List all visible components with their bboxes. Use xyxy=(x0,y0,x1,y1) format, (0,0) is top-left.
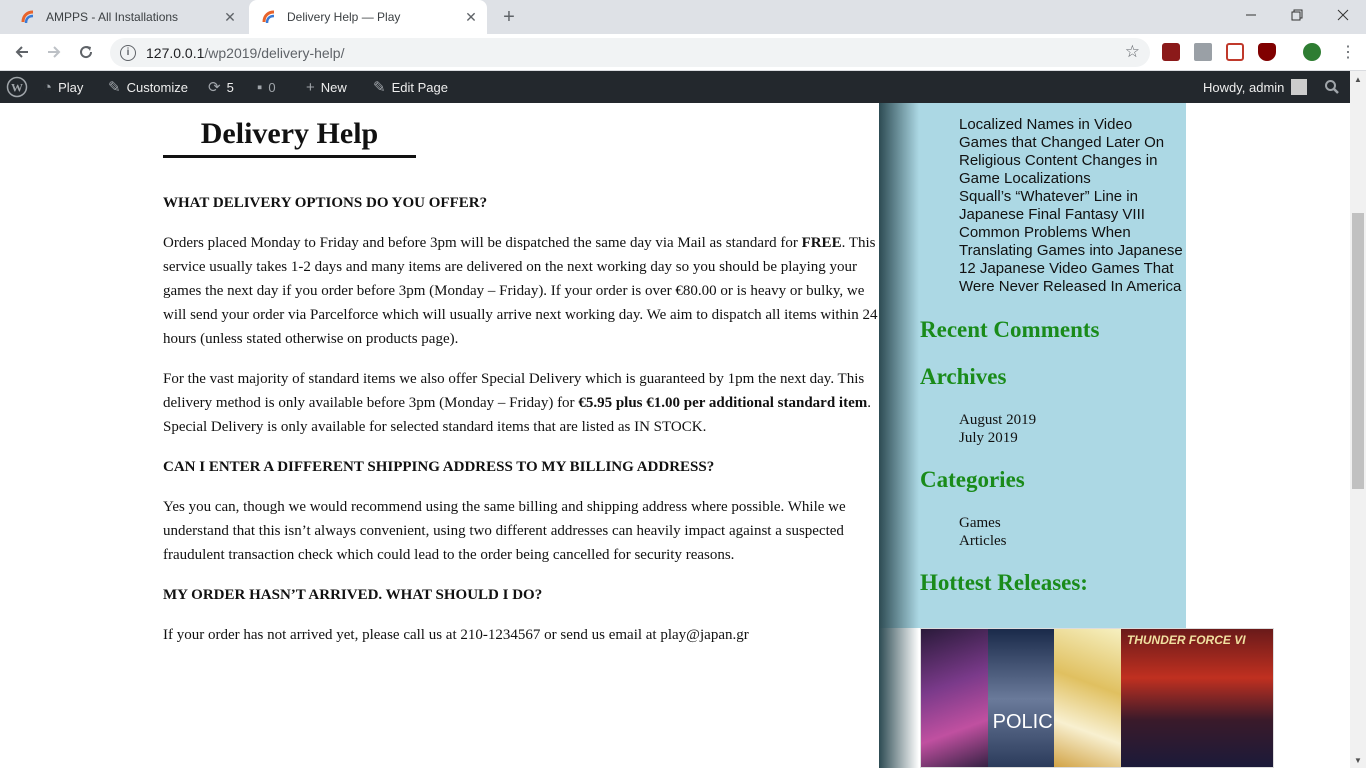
cover-text: THUNDER FORCE VI xyxy=(1126,633,1246,647)
site-name-link[interactable]: ◔ Play xyxy=(43,71,83,103)
archives-list: August 2019 July 2019 xyxy=(959,411,1036,447)
article-body: WHAT DELIVERY OPTIONS DO YOU OFFER? Orde… xyxy=(163,191,883,663)
archives-heading: Archives xyxy=(920,364,1007,389)
edit-page-label: Edit Page xyxy=(391,79,448,95)
recent-post-link[interactable]: Localized Names in Video Games that Chan… xyxy=(959,116,1184,152)
game-cover-image[interactable] xyxy=(921,629,988,767)
answer-bold: FREE xyxy=(801,235,842,251)
cover-text: POLIC xyxy=(992,711,1053,733)
close-window-icon[interactable] xyxy=(1320,0,1366,30)
pocket-extension-icon[interactable] xyxy=(1226,43,1244,61)
hottest-releases-gallery: POLIC THUNDER FORCE VI xyxy=(920,628,1274,768)
customize-link[interactable]: ✎ Customize xyxy=(108,71,188,103)
pencil-icon: ✎ xyxy=(373,79,386,96)
avatar xyxy=(1291,79,1308,95)
bookmark-star-icon[interactable]: ☆ xyxy=(1125,42,1140,62)
game-cover-image[interactable] xyxy=(1054,629,1121,767)
recent-post-link[interactable]: Squall’s “Whatever” Line in Japanese Fin… xyxy=(959,188,1184,224)
site-name: Play xyxy=(58,79,84,95)
ampps-favicon-icon xyxy=(20,9,36,25)
url-path: /wp2019/delivery-help/ xyxy=(204,44,345,61)
wp-admin-bar: W ◔ Play ✎ Customize ⟳ 5 ▪ 0 + New ✎ Edi… xyxy=(0,71,1350,103)
recent-post-link[interactable]: Common Problems When Translating Games i… xyxy=(959,224,1184,260)
close-tab-icon[interactable]: ✕ xyxy=(461,7,481,27)
back-arrow-icon[interactable] xyxy=(10,40,34,64)
updates-refresh-icon: ⟳ xyxy=(208,79,221,96)
faq-answer: If your order has not arrived yet, pleas… xyxy=(163,627,749,643)
tab-title: AMPPS - All Installations xyxy=(46,10,179,24)
scroll-thumb[interactable] xyxy=(1352,213,1364,489)
answer-bold: €5.95 plus €1.00 per additional standard… xyxy=(578,395,868,411)
archive-link[interactable]: August 2019 xyxy=(959,411,1036,429)
recent-comments-heading: Recent Comments xyxy=(920,317,1100,342)
ampps-favicon-icon xyxy=(261,9,277,25)
main-content: Delivery Help WHAT DELIVERY OPTIONS DO Y… xyxy=(0,103,879,768)
title-underline xyxy=(163,155,416,158)
site-info-icon[interactable]: i xyxy=(120,44,136,61)
restore-icon[interactable] xyxy=(1274,0,1320,30)
svg-text:W: W xyxy=(11,81,23,95)
answer-text: Orders placed Monday to Friday and befor… xyxy=(163,235,802,251)
archive-link[interactable]: July 2019 xyxy=(959,429,1036,447)
profile-avatar-icon[interactable] xyxy=(1303,43,1321,61)
brush-icon: ✎ xyxy=(108,79,121,96)
edit-page-link[interactable]: ✎ Edit Page xyxy=(373,71,448,103)
faq-answer: For the vast majority of standard items … xyxy=(163,367,883,439)
plus-icon: + xyxy=(306,78,315,96)
page-scrollbar[interactable]: ▲ ▼ xyxy=(1350,71,1366,768)
new-label: New xyxy=(320,79,347,95)
recent-posts-list: Localized Names in Video Games that Chan… xyxy=(959,116,1184,296)
wordpress-logo-icon[interactable]: W xyxy=(6,71,28,103)
category-link[interactable]: Games xyxy=(959,514,1006,532)
reload-icon[interactable] xyxy=(74,40,98,64)
faq-question: CAN I ENTER A DIFFERENT SHIPPING ADDRESS… xyxy=(163,459,715,475)
scroll-up-arrow-icon[interactable]: ▲ xyxy=(1350,71,1366,87)
ublock-extension-icon[interactable] xyxy=(1258,43,1276,61)
game-cover-image[interactable]: THUNDER FORCE VI xyxy=(1120,629,1273,767)
comment-bubble-icon: ▪ xyxy=(257,78,263,96)
recent-post-link[interactable]: 12 Japanese Video Games That Were Never … xyxy=(959,260,1184,296)
menu-kebab-icon[interactable]: ⋮ xyxy=(1340,42,1356,62)
categories-list: Games Articles xyxy=(959,514,1006,550)
drive-extension-icon[interactable] xyxy=(1194,43,1212,61)
categories-heading: Categories xyxy=(920,467,1025,492)
faq-question: MY ORDER HASN’T ARRIVED. WHAT SHOULD I D… xyxy=(163,587,543,603)
updates-count: 5 xyxy=(226,79,234,95)
dashboard-gauge-icon: ◔ xyxy=(43,78,53,96)
tab-ampps[interactable]: AMPPS - All Installations ✕ xyxy=(8,0,246,34)
faq-answer: Orders placed Monday to Friday and befor… xyxy=(163,231,883,351)
minimize-icon[interactable] xyxy=(1228,0,1274,30)
comments-link[interactable]: ▪ 0 xyxy=(257,71,276,103)
game-cover-image[interactable]: POLIC xyxy=(987,629,1055,767)
browser-tabstrip: AMPPS - All Installations ✕ Delivery Hel… xyxy=(0,0,1366,34)
new-tab-plus-icon[interactable]: + xyxy=(498,6,520,28)
faq-answer: Yes you can, though we would recommend u… xyxy=(163,499,846,563)
answer-text: . This service usually takes 1-2 days an… xyxy=(163,235,878,347)
pdf-extension-icon[interactable] xyxy=(1162,43,1180,61)
category-link[interactable]: Articles xyxy=(959,532,1006,550)
forward-arrow-icon[interactable] xyxy=(42,40,66,64)
updates-link[interactable]: ⟳ 5 xyxy=(208,71,234,103)
customize-label: Customize xyxy=(126,79,188,95)
hottest-releases-heading: Hottest Releases: xyxy=(920,570,1088,595)
scroll-down-arrow-icon[interactable]: ▼ xyxy=(1350,752,1366,768)
url-text: 127.0.0.1/wp2019/delivery-help/ xyxy=(146,45,344,61)
url-host: 127.0.0.1 xyxy=(146,44,205,61)
howdy-label: Howdy, admin xyxy=(1203,79,1285,95)
tab-title: Delivery Help — Play xyxy=(287,10,401,24)
faq-question: WHAT DELIVERY OPTIONS DO YOU OFFER? xyxy=(163,195,488,211)
address-bar[interactable]: i 127.0.0.1/wp2019/delivery-help/ ☆ xyxy=(110,38,1150,67)
search-icon[interactable] xyxy=(1324,71,1340,103)
close-tab-icon[interactable]: ✕ xyxy=(220,7,240,27)
tab-delivery-help[interactable]: Delivery Help — Play ✕ xyxy=(249,0,487,34)
sidebar-shadow xyxy=(879,103,919,768)
my-account-link[interactable]: Howdy, admin xyxy=(1203,71,1308,103)
new-content-link[interactable]: + New xyxy=(306,71,347,103)
recent-post-link[interactable]: Religious Content Changes in Game Locali… xyxy=(959,152,1184,188)
comments-count: 0 xyxy=(268,79,276,95)
page-title: Delivery Help xyxy=(200,117,379,150)
